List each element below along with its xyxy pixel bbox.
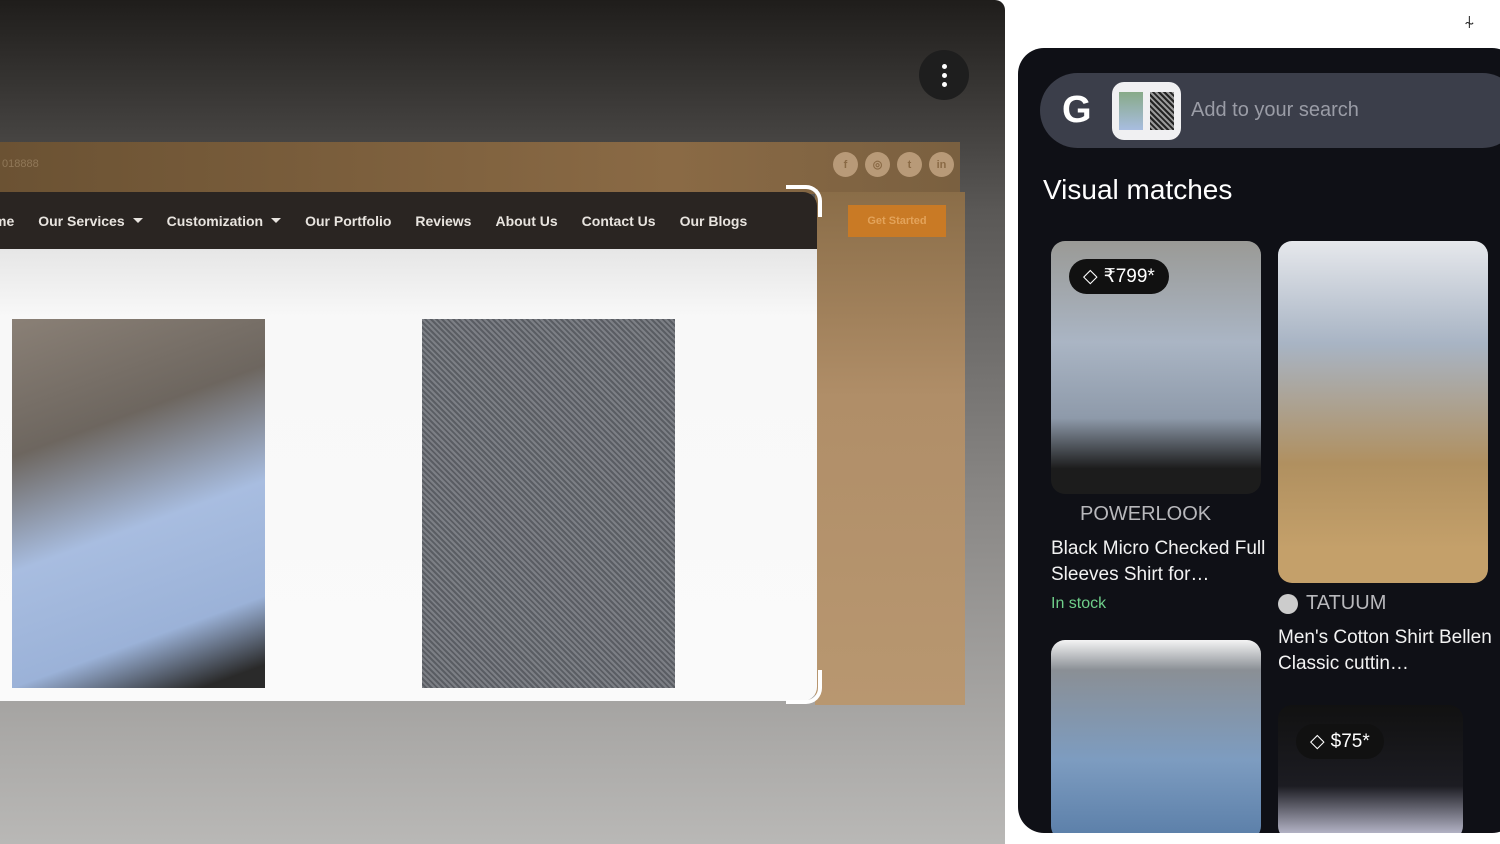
selection-corner[interactable] <box>786 185 822 217</box>
nav-home[interactable]: me <box>0 213 14 229</box>
result-image[interactable] <box>1278 241 1488 583</box>
nav-about-us[interactable]: About Us <box>495 213 557 229</box>
thumbnail-shirt <box>1119 91 1144 130</box>
twitter-icon[interactable]: t <box>897 152 922 177</box>
facebook-icon[interactable]: f <box>833 152 858 177</box>
caret-down-icon <box>271 218 282 223</box>
more-options-button[interactable] <box>919 50 969 100</box>
search-placeholder: Add to your search <box>1191 99 1359 121</box>
result-title[interactable]: Men's Cotton Shirt Bellen Classic cuttin… <box>1278 625 1493 677</box>
tag-icon: ◇ <box>1310 731 1325 752</box>
search-bar[interactable]: G Add to your search <box>1040 73 1500 148</box>
source-logo-icon <box>1278 593 1298 614</box>
phone-number: 018888 <box>2 158 39 170</box>
instagram-icon[interactable]: ◎ <box>865 152 890 177</box>
lens-panel: G Add to your search Visual matches ◇ ₹79… <box>1018 48 1500 833</box>
result-source: POWERLOOK <box>1080 503 1212 525</box>
nav-customization[interactable]: Customization <box>167 213 282 229</box>
nav-reviews[interactable]: Reviews <box>415 213 471 229</box>
result-source: TATUUM <box>1278 592 1386 615</box>
tag-icon: ◇ <box>1083 266 1098 287</box>
price-tag: ◇ ₹799* <box>1069 259 1169 294</box>
website-nav: me Our Services Customization Our Portfo… <box>0 192 817 249</box>
stock-status: In stock <box>1051 595 1107 612</box>
nav-our-blogs[interactable]: Our Blogs <box>680 213 748 229</box>
thumbnail-fabric <box>1149 91 1174 130</box>
nav-our-portfolio[interactable]: Our Portfolio <box>305 213 391 229</box>
man-shirt-image <box>12 319 265 688</box>
search-thumbnails[interactable] <box>1112 81 1181 140</box>
linkedin-icon[interactable]: in <box>929 152 954 177</box>
visual-matches-heading: Visual matches <box>1043 174 1233 205</box>
caret-down-icon <box>132 218 143 223</box>
unpin-icon[interactable]: ⍭ <box>1464 12 1475 33</box>
google-logo: G <box>1062 89 1092 131</box>
website-top-bar <box>0 142 960 194</box>
price-tag: ◇ $75* <box>1296 724 1384 759</box>
side-background <box>815 192 965 705</box>
nav-our-services[interactable]: Our Services <box>38 213 143 229</box>
screenshot-area: 018888 f ◎ t in me Our Services Customiz… <box>0 0 1005 844</box>
selection-corner[interactable] <box>786 670 822 704</box>
nav-contact-us[interactable]: Contact Us <box>582 213 656 229</box>
get-started-button[interactable]: Get Started <box>848 205 946 237</box>
result-title[interactable]: Black Micro Checked Full Sleeves Shirt f… <box>1051 536 1266 588</box>
result-image[interactable] <box>1051 640 1261 833</box>
fabric-image <box>422 319 675 688</box>
